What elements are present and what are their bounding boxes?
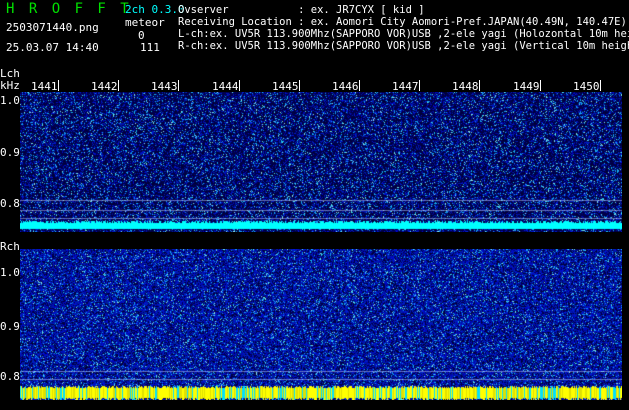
observer-line: Ovserver : ex. JR7CYX [ kid ]	[178, 4, 425, 16]
app-title: H R O F F T	[6, 1, 132, 17]
time-tick	[178, 80, 179, 91]
lch-ytick-2: 0.9	[0, 146, 20, 159]
time-tick	[58, 80, 59, 91]
time-tick	[359, 80, 360, 91]
meteor-label: meteor	[125, 16, 165, 29]
lch-ytick-1: 1.0	[0, 94, 20, 107]
lch-config-line: L-ch:ex. UV5R 113.900Mhz(SAPPORO VOR)USB…	[178, 28, 629, 40]
time-tick	[600, 80, 601, 91]
meteor-count-lch: 0	[138, 29, 145, 42]
rch-ytick-1: 1.0	[0, 266, 20, 279]
time-tick	[479, 80, 480, 91]
datetime-label: 25.03.07 14:40	[6, 41, 99, 54]
time-axis: 1441 1442 1443 1444 1445 1446 1447 1448 1449 1450	[20, 80, 622, 93]
time-tick	[118, 80, 119, 91]
meteor-count-rch: 111	[140, 41, 160, 54]
rch-ytick-2: 0.9	[0, 320, 20, 333]
rch-channel-label: Rch	[0, 240, 20, 253]
time-tick	[419, 80, 420, 91]
lch-spectrogram	[20, 92, 622, 232]
time-tick	[540, 80, 541, 91]
location-line: Receiving Location : ex. Aomori City Aom…	[178, 16, 627, 28]
rch-spectrogram	[20, 249, 622, 400]
time-tick	[299, 80, 300, 91]
lch-ytick-3: 0.8	[0, 197, 20, 210]
rch-config-line: R-ch:ex. UV5R 113.900Mhz(SAPPORO VOR)USB…	[178, 40, 629, 52]
time-tick	[239, 80, 240, 91]
lch-unit-label: kHz	[0, 79, 20, 92]
version-label: 2ch 0.3.0	[125, 3, 185, 16]
rch-ytick-3: 0.8	[0, 370, 20, 383]
filename-label: 2503071440.png	[6, 21, 99, 34]
